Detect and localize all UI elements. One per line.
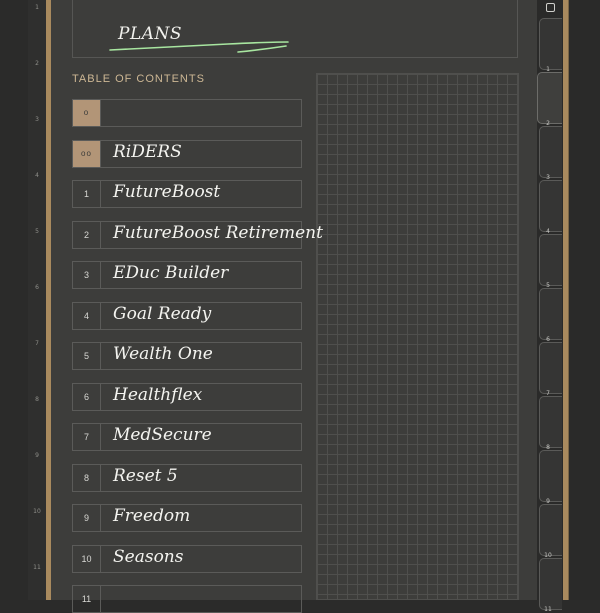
- toc-row-number: 5: [73, 343, 101, 369]
- side-tab-5[interactable]: [539, 234, 562, 286]
- notebook-page: 1 2 3 4 5 6 7 8 9 10 11 PLANS TABLE OF CONTENTS oo…: [0, 0, 600, 613]
- title-underline-stroke: [109, 41, 289, 53]
- side-tab-1[interactable]: [539, 18, 562, 70]
- toc-row-number: 2: [73, 221, 101, 248]
- toc-row-number: 7: [73, 424, 101, 450]
- margin-line-number: 10: [33, 508, 41, 515]
- side-tab-4[interactable]: [539, 180, 562, 232]
- toc-row[interactable]: 10 Seasons: [72, 544, 302, 573]
- side-tab-2[interactable]: [537, 72, 562, 124]
- line-number-margin: 1 2 3 4 5 6 7 8 9 10 11: [28, 0, 46, 600]
- toc-row-number: 9: [73, 505, 101, 531]
- toc-row[interactable]: 5 Wealth One: [72, 342, 302, 370]
- side-tab-7[interactable]: [539, 342, 562, 394]
- toc-row-entry: EDuc Builder: [113, 263, 229, 283]
- toc-row-entry: Goal Ready: [113, 303, 212, 324]
- toc-row-entry: Freedom: [113, 506, 191, 526]
- toc-row-entry: Healthflex: [113, 384, 203, 405]
- toc-row[interactable]: 11: [72, 585, 302, 613]
- toc-row[interactable]: 9 Freedom: [72, 504, 302, 532]
- margin-line-number: 7: [35, 340, 39, 347]
- margin-line-number: 5: [35, 228, 39, 235]
- side-tab-6[interactable]: [539, 288, 562, 340]
- side-tab-8[interactable]: [539, 396, 562, 448]
- margin-line-number: 4: [35, 172, 39, 179]
- toc-row[interactable]: 7 MedSecure: [72, 423, 302, 451]
- toc-row-number: 1: [73, 181, 101, 207]
- margin-line-number: 9: [35, 452, 39, 459]
- toc-row-entry: RiDERS: [113, 141, 182, 162]
- toc-row-number: 11: [73, 586, 101, 612]
- toc-row-number: 6: [73, 383, 101, 410]
- side-tab-10[interactable]: [539, 504, 562, 556]
- toc-row-entry: Reset 5: [113, 465, 178, 486]
- toc-row[interactable]: 4 Goal Ready: [72, 301, 302, 330]
- side-tab-11[interactable]: [539, 558, 562, 610]
- toc-row-number: 3: [73, 262, 101, 288]
- toc-row[interactable]: o: [72, 99, 302, 127]
- margin-line-number: 3: [35, 116, 39, 123]
- square-outline-icon[interactable]: [546, 3, 555, 12]
- side-tab-label: 11: [544, 606, 552, 613]
- side-tab-9[interactable]: [539, 450, 562, 502]
- toc-row-number: 10: [73, 545, 101, 572]
- toc-row-entry: FutureBoost: [113, 182, 221, 202]
- toc-row-marker: oo: [73, 140, 101, 167]
- margin-line-number: 1: [35, 4, 39, 11]
- side-tab-3[interactable]: [539, 126, 562, 178]
- margin-line-number: 6: [35, 284, 39, 291]
- toc-row[interactable]: 8 Reset 5: [72, 463, 302, 492]
- dot-grid-notes-area[interactable]: [316, 73, 519, 600]
- right-accent-line: [568, 0, 569, 600]
- toc-row-entry: FutureBoost Retirement: [113, 222, 323, 243]
- toc-row-entry: Wealth One: [113, 344, 213, 364]
- toc-row[interactable]: 2 FutureBoost Retirement: [72, 220, 323, 249]
- margin-line-number: 11: [33, 564, 41, 571]
- margin-line-number: 2: [35, 60, 39, 67]
- toc-row[interactable]: 3 EDuc Builder: [72, 261, 302, 289]
- toc-row-number: 8: [73, 464, 101, 491]
- toc-row-marker: o: [73, 100, 101, 126]
- toc-heading: TABLE OF CONTENTS: [72, 73, 205, 85]
- toc-row[interactable]: 6 Healthflex: [72, 382, 302, 411]
- margin-line-number: 8: [35, 396, 39, 403]
- toc-row-entry: MedSecure: [113, 425, 212, 445]
- toc-row-entry: Seasons: [113, 546, 184, 567]
- toc-row[interactable]: oo RiDERS: [72, 139, 302, 168]
- toc-row[interactable]: 1 FutureBoost: [72, 180, 302, 208]
- toc-row-number: 4: [73, 302, 101, 329]
